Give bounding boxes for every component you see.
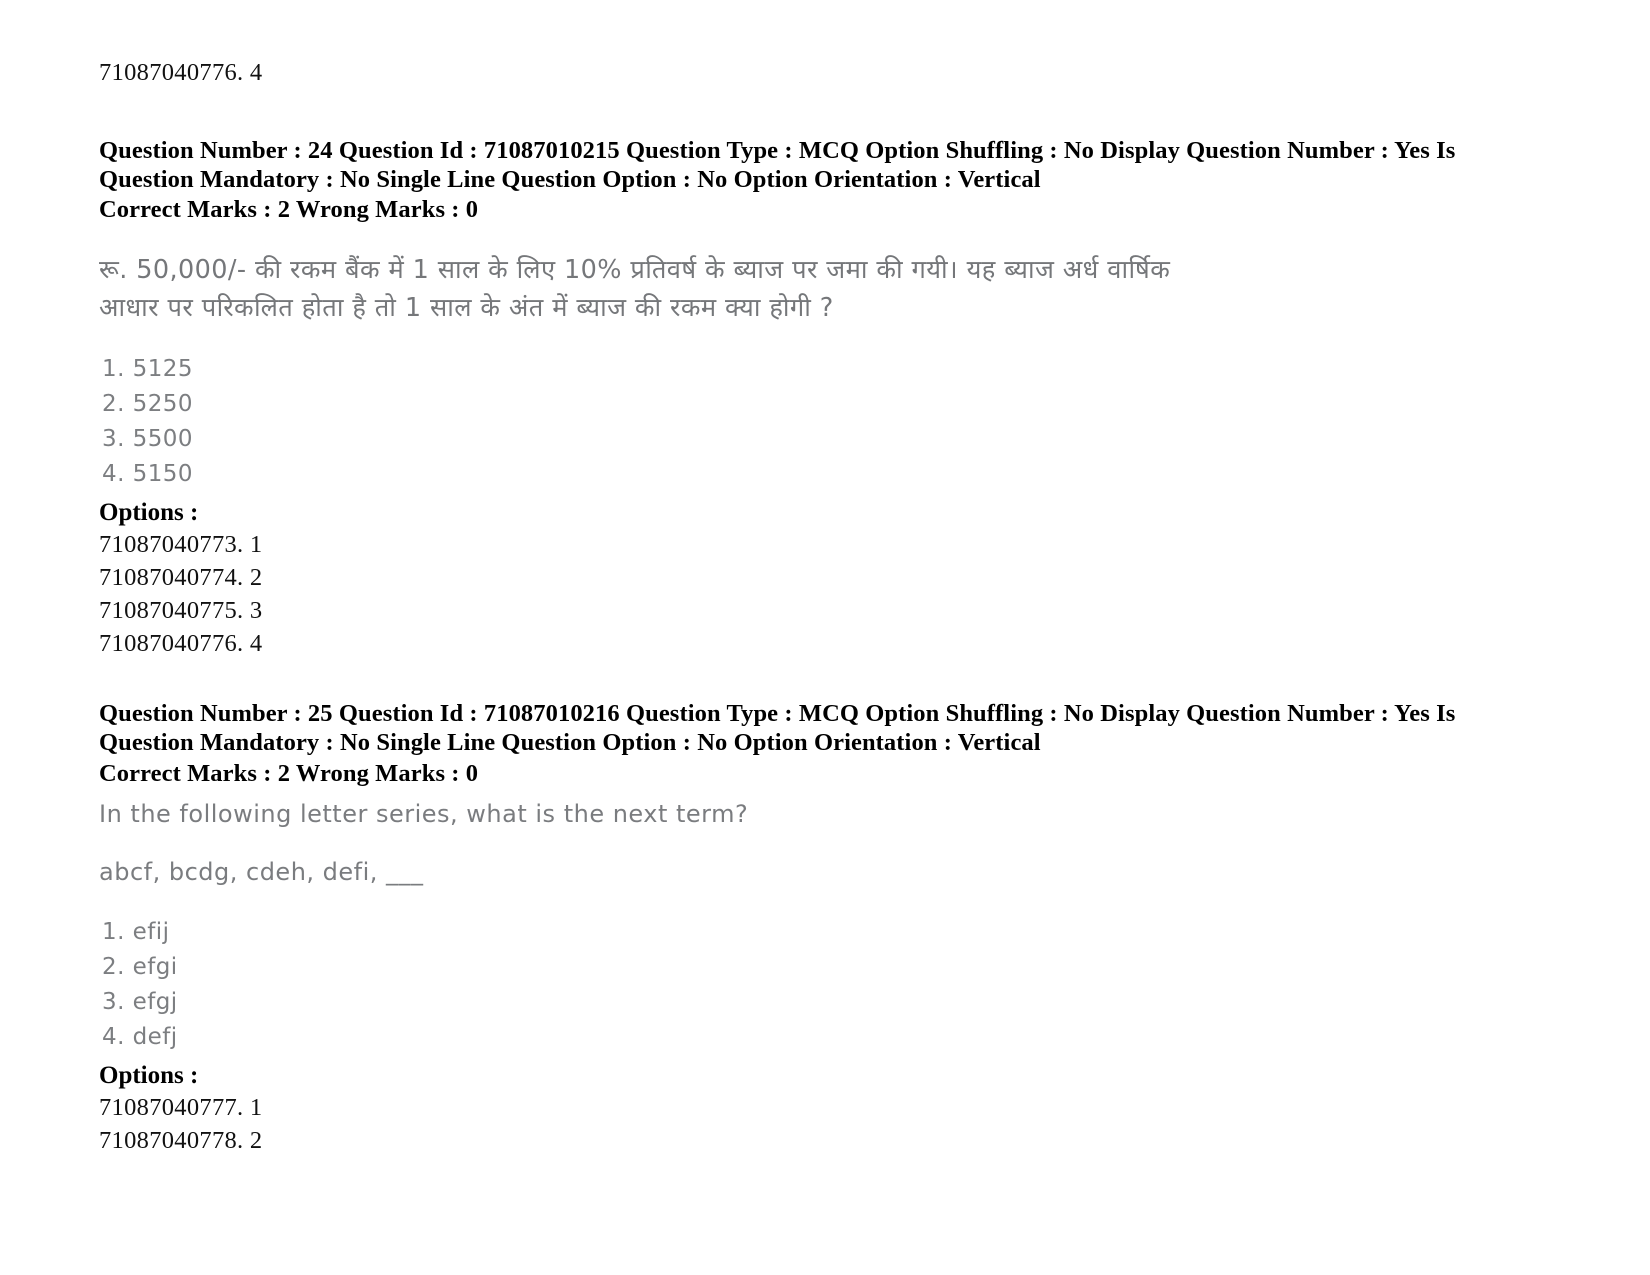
question-24-option-id-2: 71087040774. 2: [99, 564, 263, 591]
question-25-meta-line-2: Question Mandatory : No Single Line Ques…: [99, 729, 1041, 756]
question-24-choice-2[interactable]: 2. 5250: [102, 387, 193, 422]
question-25-option-id-1: 71087040777. 1: [99, 1094, 263, 1121]
question-25-text-line-1: In the following letter series, what is …: [99, 800, 749, 828]
question-25-metadata: Question Number : 25 Question Id : 71087…: [99, 699, 1455, 757]
question-25-choice-4[interactable]: 4. defj: [102, 1020, 178, 1055]
question-24-meta-line-2: Question Mandatory : No Single Line Ques…: [99, 166, 1041, 193]
question-25-letter-series: abcf, bcdg, cdeh, defi, ___: [99, 858, 424, 886]
question-25-choice-2[interactable]: 2. efgi: [102, 950, 178, 985]
continued-option-id: 71087040776. 4: [99, 59, 263, 86]
question-24-options-label: Options :: [99, 499, 199, 526]
question-24-text-line-1: रू. 50,000/- की रकम बैंक में 1 साल के लि…: [99, 255, 1171, 285]
question-25-text: In the following letter series, what is …: [99, 797, 1299, 889]
question-24-choice-4[interactable]: 4. 5150: [102, 457, 193, 492]
question-24-text: रू. 50,000/- की रकम बैंक में 1 साल के लि…: [99, 251, 1299, 327]
question-24-option-ids: 71087040773. 1 71087040774. 2 7108704077…: [99, 528, 262, 660]
question-24-text-line-2: आधार पर परिकलित होता है तो 1 साल के अंत …: [99, 293, 834, 323]
question-25-choice-1[interactable]: 1. efij: [102, 915, 178, 950]
question-24-option-id-1: 71087040773. 1: [99, 531, 263, 558]
question-24-meta-line-1: Question Number : 24 Question Id : 71087…: [99, 137, 1456, 164]
question-25-meta-line-1: Question Number : 25 Question Id : 71087…: [99, 700, 1456, 727]
document-page: 71087040776. 4 Question Number : 24 Ques…: [0, 0, 1650, 1275]
question-25-choice-3[interactable]: 3. efgj: [102, 985, 178, 1020]
question-24-choice-3[interactable]: 3. 5500: [102, 422, 193, 457]
question-25-options-label: Options :: [99, 1062, 199, 1089]
question-24-option-id-3: 71087040775. 3: [99, 597, 263, 624]
question-24-marks: Correct Marks : 2 Wrong Marks : 0: [99, 196, 479, 223]
question-24-metadata: Question Number : 24 Question Id : 71087…: [99, 136, 1455, 194]
question-24-option-id-4: 71087040776. 4: [99, 630, 263, 657]
question-24-choice-1[interactable]: 1. 5125: [102, 352, 193, 387]
question-25-marks: Correct Marks : 2 Wrong Marks : 0: [99, 760, 479, 787]
question-24-choices: 1. 5125 2. 5250 3. 5500 4. 5150: [102, 352, 193, 492]
question-25-choices: 1. efij 2. efgi 3. efgj 4. defj: [102, 915, 178, 1055]
question-25-option-id-2: 71087040778. 2: [99, 1127, 263, 1154]
question-25-option-ids: 71087040777. 1 71087040778. 2: [99, 1091, 262, 1157]
